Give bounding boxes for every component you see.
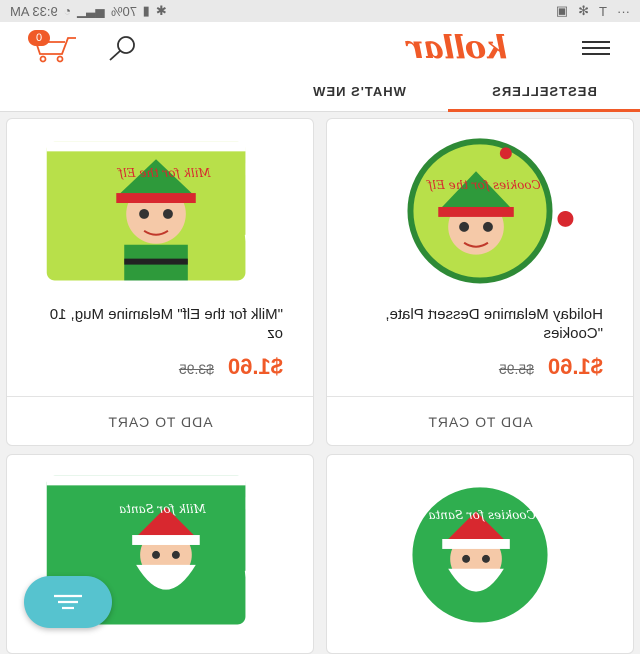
add-to-cart-button[interactable]: ADD TO CART bbox=[327, 397, 633, 447]
product-title: Holiday Melamine Dessert Plate, "Cookies bbox=[385, 306, 603, 342]
mug-elf-print: Milk for the Elf bbox=[116, 166, 212, 180]
app-header: 0 kollar bbox=[0, 22, 640, 74]
battery-percent: 70% bbox=[110, 3, 137, 19]
cart-button[interactable]: 0 bbox=[24, 30, 80, 64]
product-image-plate-elf: Cookies for the Elf bbox=[407, 138, 574, 284]
fan-icon: ✻ bbox=[578, 3, 590, 18]
tab-bar: WHAT'S NEW BESTSELLERS bbox=[0, 74, 640, 112]
signal-icon: ▁▃▅ bbox=[76, 4, 105, 18]
product-card-mug-elf[interactable]: Milk for the Elf "Milk for the Elf" Mela… bbox=[6, 118, 314, 446]
cart-count-badge: 0 bbox=[28, 30, 50, 46]
wifi-icon: ◔ bbox=[63, 4, 71, 18]
kollar-logo: kollar bbox=[408, 28, 508, 66]
plate-santa-print: Cookies for Santa bbox=[428, 508, 535, 522]
status-bar-right: ▣ ✻ T ··· bbox=[556, 3, 630, 19]
price: $1.60 bbox=[227, 354, 283, 379]
search-button[interactable] bbox=[104, 32, 140, 64]
price: $1.60 bbox=[547, 354, 603, 379]
time-label: 9:33 AM bbox=[10, 3, 58, 19]
product-card-plate-santa[interactable]: Cookies for Santa bbox=[326, 454, 634, 654]
add-to-cart-button[interactable]: ADD TO CART bbox=[7, 397, 313, 447]
product-card-plate-elf[interactable]: Cookies for the Elf Holiday Melamine Des… bbox=[326, 118, 634, 446]
t-icon: T bbox=[599, 3, 607, 19]
product-image-plate-santa: Cookies for Santa bbox=[408, 483, 552, 625]
status-bar-left: 9:33 AM ◔ ▁▃▅ 70% ▮ ✱ bbox=[10, 3, 167, 19]
overflow-dots-icon: ··· bbox=[617, 3, 630, 19]
price-row: $1.60 $3.95 bbox=[43, 354, 283, 384]
bluetooth-icon: ✱ bbox=[155, 3, 167, 18]
image-icon: ▣ bbox=[555, 3, 569, 18]
filter-fab-button[interactable] bbox=[24, 576, 112, 628]
mug-santa-print: Milk for Santa bbox=[119, 502, 207, 516]
hamburger-icon bbox=[582, 41, 610, 55]
plate-elf-print: Cookies for the Elf bbox=[425, 178, 540, 192]
status-bar: 9:33 AM ◔ ▁▃▅ 70% ▮ ✱ ▣ ✻ T ··· bbox=[0, 0, 640, 22]
product-title: "Milk for the Elf" Melamine Mug, 10 oz bbox=[49, 306, 283, 342]
filter-icon bbox=[54, 594, 82, 610]
battery-icon: ▮ bbox=[142, 3, 150, 18]
tab-bestsellers[interactable]: BESTSELLERS bbox=[448, 74, 640, 112]
search-icon bbox=[109, 36, 135, 61]
original-price: $3.95 bbox=[178, 361, 214, 377]
tab-whats-new[interactable]: WHAT'S NEW bbox=[270, 74, 448, 112]
menu-button[interactable] bbox=[578, 34, 614, 62]
product-image-mug-elf: Milk for the Elf bbox=[46, 141, 292, 281]
price-row: $1.60 $5.95 bbox=[363, 354, 603, 384]
original-price: $5.95 bbox=[498, 361, 534, 377]
